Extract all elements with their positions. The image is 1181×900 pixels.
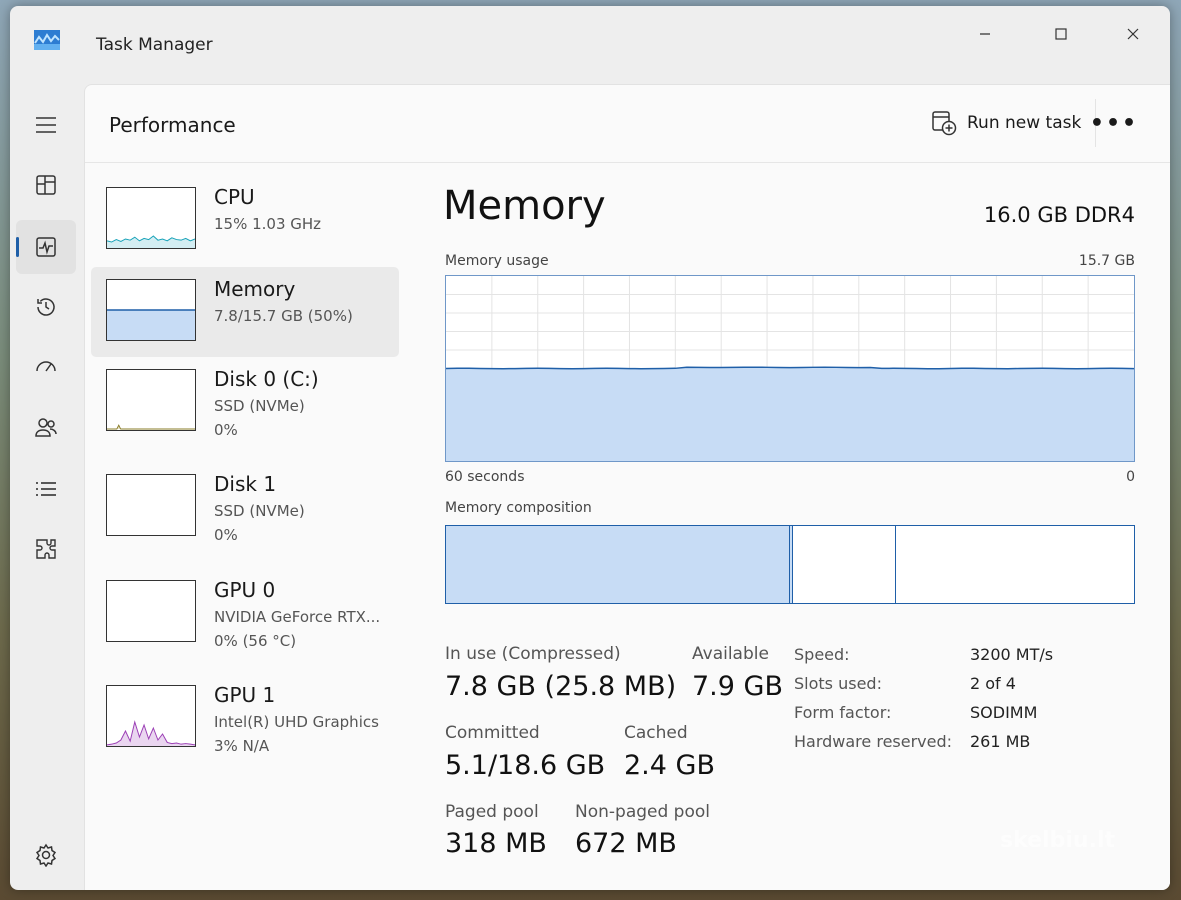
hamburger-menu-button[interactable] xyxy=(16,98,76,152)
memory-usage-label: Memory usage xyxy=(445,253,549,269)
slots-used-value: 2 of 4 xyxy=(970,674,1016,693)
nav-services-button[interactable] xyxy=(16,522,76,576)
device-gpu-0[interactable]: GPU 0 NVIDIA GeForce RTX... 0% (56 °C) xyxy=(91,568,399,658)
nav-startup-apps-button[interactable] xyxy=(16,340,76,394)
composition-segment-free xyxy=(895,526,1134,603)
memory-usage-graph xyxy=(445,275,1135,462)
speed-value: 3200 MT/s xyxy=(970,645,1054,664)
speed-label: Speed: xyxy=(794,645,850,664)
paged-pool-value: 318 MB xyxy=(445,828,547,859)
device-disk-1[interactable]: Disk 1 SSD (NVMe) 0% xyxy=(91,462,399,552)
history-clock-icon xyxy=(37,298,55,316)
more-options-icon: ••• xyxy=(1089,110,1139,136)
device-name: GPU 1 xyxy=(214,683,276,707)
title-bar: Task Manager xyxy=(10,6,1170,84)
gpu1-thumbnail-graph xyxy=(106,685,196,747)
device-detail: SSD (NVMe) xyxy=(214,397,305,415)
nav-settings-button[interactable] xyxy=(16,828,76,882)
device-gpu-1[interactable]: GPU 1 Intel(R) UHD Graphics 3% N/A xyxy=(91,673,399,763)
memory-spec: 16.0 GB DDR4 xyxy=(983,203,1135,227)
form-factor-value: SODIMM xyxy=(970,703,1038,722)
hardware-reserved-label: Hardware reserved: xyxy=(794,732,953,751)
committed-value: 5.1/18.6 GB xyxy=(445,750,606,781)
disk1-thumbnail-graph xyxy=(106,474,196,536)
device-detail: Intel(R) UHD Graphics xyxy=(214,713,379,731)
cached-label: Cached xyxy=(624,723,688,743)
close-button[interactable] xyxy=(1110,16,1156,52)
in-use-label: In use (Compressed) xyxy=(445,644,621,664)
memory-usage-area xyxy=(446,367,1134,461)
non-paged-pool-value: 672 MB xyxy=(575,828,677,859)
memory-thumbnail-graph xyxy=(106,279,196,341)
run-new-task-label: Run new task xyxy=(967,113,1082,133)
more-options-button[interactable]: ••• xyxy=(1089,103,1139,143)
memory-composition-label: Memory composition xyxy=(445,500,592,516)
graph-time-end-label: 0 xyxy=(1126,469,1135,485)
device-usage: 0% xyxy=(214,421,238,439)
speedometer-icon xyxy=(36,361,56,372)
nav-performance-button[interactable] xyxy=(16,220,76,274)
device-detail: SSD (NVMe) xyxy=(214,502,305,520)
nav-processes-button[interactable] xyxy=(16,158,76,212)
close-icon xyxy=(1127,28,1139,40)
nav-app-history-button[interactable] xyxy=(16,280,76,334)
hardware-reserved-value: 261 MB xyxy=(970,732,1031,751)
maximize-icon xyxy=(1055,28,1067,40)
watermark-text: skelbiu.lt xyxy=(1000,828,1115,853)
performance-pulse-icon xyxy=(36,237,56,257)
device-memory[interactable]: Memory 7.8/15.7 GB (50%) xyxy=(91,267,399,357)
device-name: CPU xyxy=(214,185,255,209)
non-paged-pool-label: Non-paged pool xyxy=(575,802,710,822)
device-name: Memory xyxy=(214,277,296,301)
task-manager-app-icon xyxy=(34,30,60,50)
device-usage: 3% N/A xyxy=(214,737,270,755)
disk0-thumbnail-graph xyxy=(106,369,196,431)
run-new-task-button[interactable]: Run new task xyxy=(927,105,1085,141)
device-name: GPU 0 xyxy=(214,578,276,602)
minimize-icon xyxy=(980,33,990,35)
run-task-icon xyxy=(932,111,957,136)
composition-segment-standby xyxy=(792,526,896,603)
device-detail: 7.8/15.7 GB (50%) xyxy=(214,307,353,325)
gear-icon xyxy=(35,843,57,867)
details-list-icon xyxy=(36,482,56,496)
hamburger-icon xyxy=(36,117,56,133)
cached-value: 2.4 GB xyxy=(624,750,715,781)
device-disk-0[interactable]: Disk 0 (C:) SSD (NVMe) 0% xyxy=(91,357,399,447)
available-label: Available xyxy=(692,644,769,664)
graph-time-span-label: 60 seconds xyxy=(445,469,525,485)
nav-details-button[interactable] xyxy=(16,462,76,516)
page-header: Performance Run new task ••• xyxy=(85,85,1170,163)
users-icon xyxy=(35,418,57,437)
paged-pool-label: Paged pool xyxy=(445,802,539,822)
slots-used-label: Slots used: xyxy=(794,674,882,693)
form-factor-label: Form factor: xyxy=(794,703,892,722)
composition-segment-in-use xyxy=(446,526,790,603)
committed-label: Committed xyxy=(445,723,540,743)
resource-title: Memory xyxy=(443,183,606,229)
memory-composition-bar xyxy=(445,525,1135,604)
device-usage: 0% (56 °C) xyxy=(214,632,297,650)
window-title: Task Manager xyxy=(96,35,213,55)
in-use-value: 7.8 GB (25.8 MB) xyxy=(445,671,677,702)
device-detail: 15% 1.03 GHz xyxy=(214,215,322,233)
memory-usage-max: 15.7 GB xyxy=(1078,253,1135,269)
navigation-rail xyxy=(10,84,84,890)
cpu-thumbnail-graph xyxy=(106,187,196,249)
minimize-button[interactable] xyxy=(962,16,1008,52)
device-detail: NVIDIA GeForce RTX... xyxy=(214,608,381,626)
maximize-button[interactable] xyxy=(1038,16,1084,52)
device-usage: 0% xyxy=(214,526,238,544)
device-name: Disk 1 xyxy=(214,472,277,496)
page-title: Performance xyxy=(109,113,236,137)
services-puzzle-icon xyxy=(36,539,56,559)
available-value: 7.9 GB xyxy=(692,671,783,702)
performance-content: Performance Run new task ••• CPU 15% 1.0… xyxy=(84,84,1170,890)
processes-grid-icon xyxy=(36,175,56,195)
gpu0-thumbnail-graph xyxy=(106,580,196,642)
device-name: Disk 0 (C:) xyxy=(214,367,319,391)
nav-users-button[interactable] xyxy=(16,400,76,454)
task-manager-window: Task Manager Performance Run new task ••… xyxy=(10,6,1170,890)
device-cpu[interactable]: CPU 15% 1.03 GHz xyxy=(91,175,399,265)
